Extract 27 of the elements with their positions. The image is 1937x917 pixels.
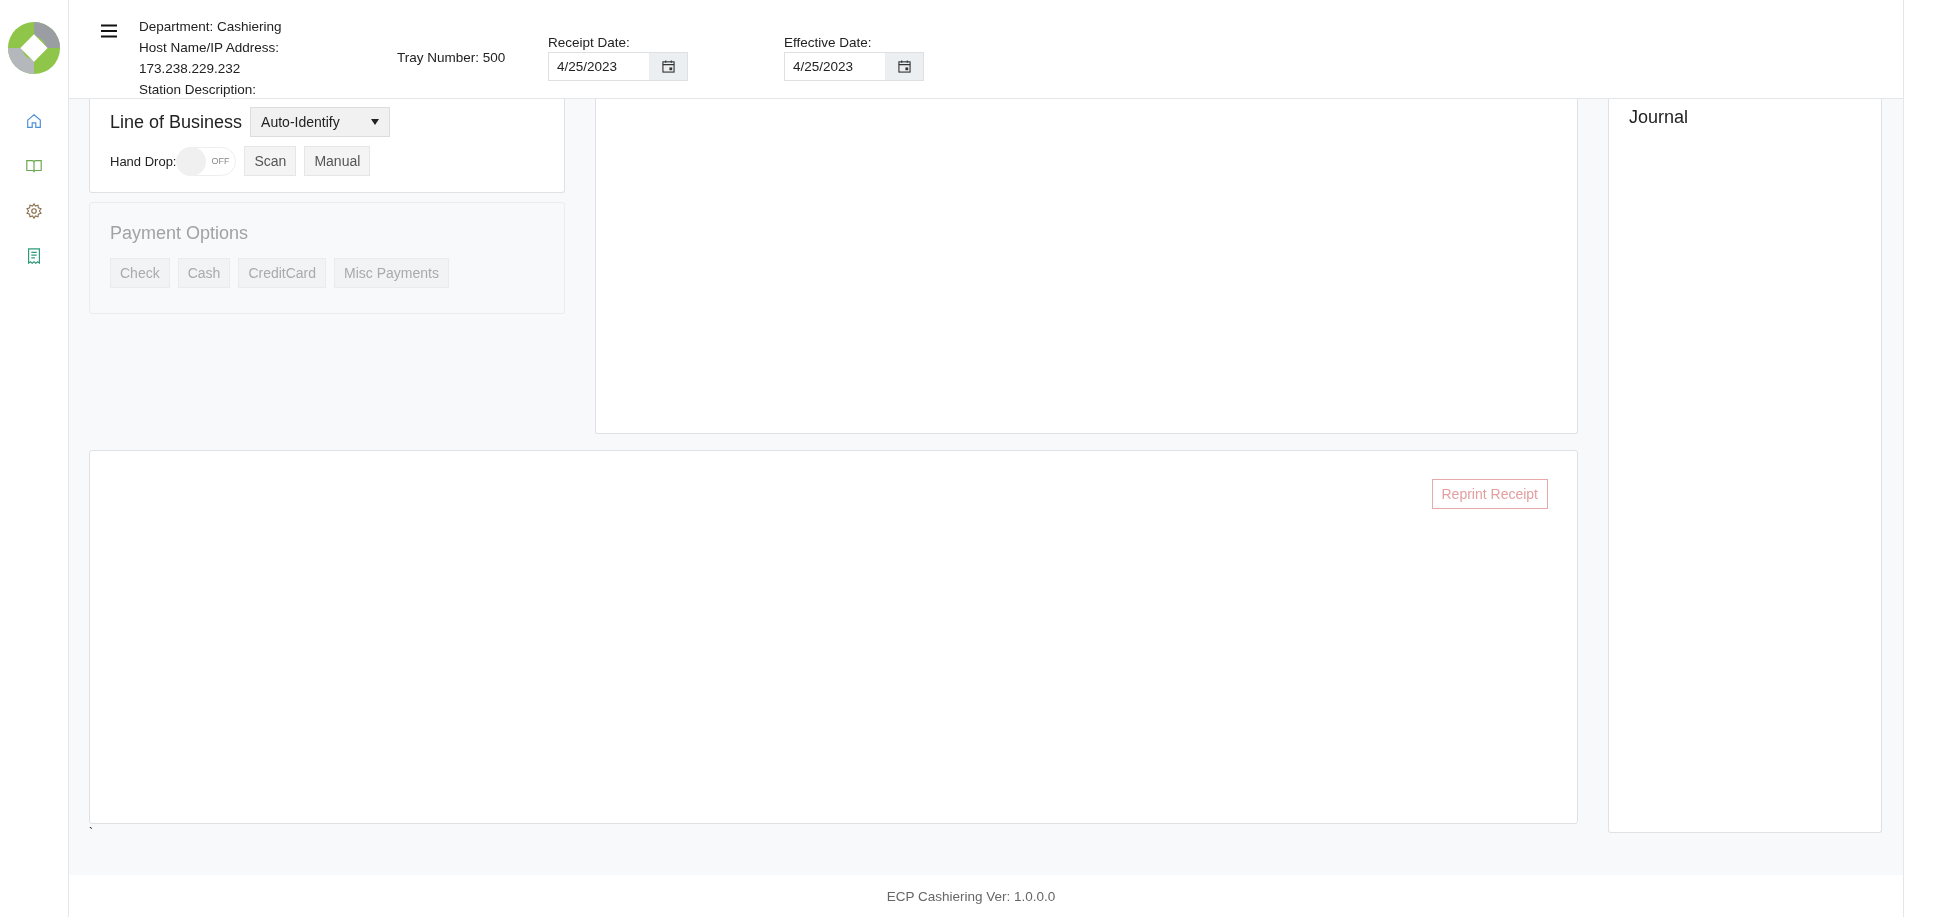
host-ip-text: 173.238.229.232 bbox=[139, 60, 242, 78]
date-label: Receipt Date: bbox=[548, 35, 631, 50]
home-icon[interactable] bbox=[25, 112, 43, 130]
version-text: ECP Cashiering Ver: 1.0.0.0 bbox=[886, 888, 1056, 904]
receipt-icon[interactable] bbox=[25, 247, 43, 265]
journal-title: Journal bbox=[1629, 107, 1689, 127]
host-label: Host Name/IP Address: bbox=[139, 39, 281, 57]
tray-number-text: Tray Number: 500 bbox=[397, 50, 507, 65]
book-icon[interactable] bbox=[25, 157, 43, 175]
date-field[interactable]: 4/25/2023 bbox=[548, 52, 688, 81]
calendar-icon[interactable] bbox=[897, 60, 911, 73]
logo-icon bbox=[7, 21, 61, 75]
date-field[interactable]: 4/25/2023 bbox=[784, 52, 924, 81]
hand-drop-label: Hand Drop: bbox=[110, 153, 177, 169]
card-title: Payment Options bbox=[110, 223, 249, 243]
line-of-business-dropdown[interactable]: Auto-Identify bbox=[250, 107, 391, 137]
caret-icon bbox=[371, 119, 380, 125]
date-label: Effective Date: bbox=[784, 35, 873, 50]
calendar-icon[interactable] bbox=[661, 60, 675, 73]
menu-icon[interactable] bbox=[101, 24, 117, 38]
department-text: Department: Cashiering bbox=[139, 18, 283, 36]
station-label: Station Description: bbox=[139, 81, 258, 99]
mode-button[interactable]: Scan bbox=[244, 146, 297, 176]
settings-icon[interactable] bbox=[25, 202, 43, 220]
mode-button[interactable]: Manual bbox=[304, 146, 371, 176]
backtick-text: ` bbox=[89, 826, 94, 840]
card-title: Line of Business bbox=[110, 111, 243, 133]
